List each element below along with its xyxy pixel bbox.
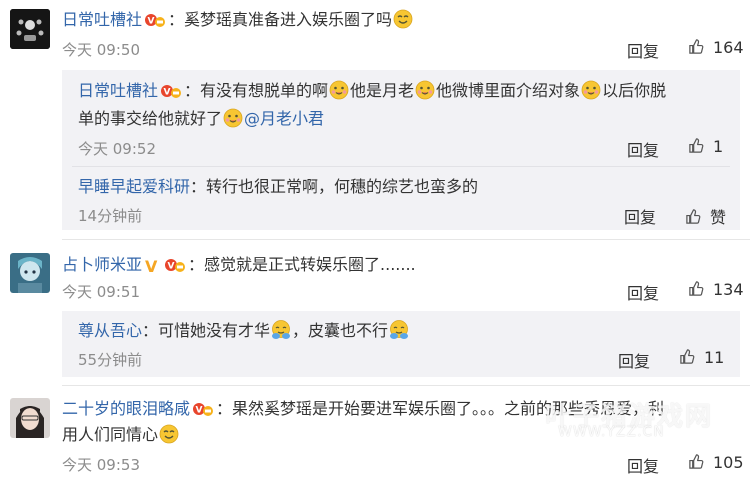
blush-emoji-icon bbox=[581, 80, 601, 100]
hug-emoji-icon bbox=[389, 320, 409, 340]
blush-emoji-icon bbox=[415, 80, 435, 100]
svg-text:V: V bbox=[145, 258, 158, 274]
username[interactable]: 尊从吾心 bbox=[78, 321, 142, 340]
reply-button[interactable]: 回复 bbox=[627, 453, 659, 477]
comment-time: 今天 09:51 bbox=[62, 283, 140, 301]
avatar-image-icon bbox=[10, 253, 50, 293]
avatar-image-icon bbox=[10, 398, 50, 438]
comment-text: ：奚梦瑶真准备进入娱乐圈了吗 bbox=[168, 10, 393, 29]
comment-time: 今天 09:50 bbox=[62, 41, 140, 59]
divider bbox=[62, 385, 750, 386]
like-count: 105 bbox=[713, 453, 744, 472]
reply-button[interactable]: 回复 bbox=[618, 348, 650, 372]
thumbs-up-icon bbox=[689, 281, 704, 296]
like-count: 134 bbox=[713, 280, 744, 299]
avatar[interactable] bbox=[10, 9, 50, 49]
avatar-image-icon bbox=[10, 9, 50, 49]
comment-text: ：转行也很正常啊，何穗的综艺也蛮多的 bbox=[190, 177, 479, 196]
comment-text: 他微博里面介绍对象 bbox=[436, 81, 581, 100]
like-button[interactable]: 164 bbox=[688, 38, 744, 57]
divider bbox=[72, 166, 730, 167]
vip-v-icon: V bbox=[145, 258, 158, 274]
grin-emoji-icon bbox=[393, 9, 413, 29]
reply-button[interactable]: 回复 bbox=[627, 38, 659, 62]
comment-time: 今天 09:52 bbox=[78, 140, 156, 158]
verified-badge-icon bbox=[161, 84, 182, 98]
thumbs-up-icon bbox=[680, 349, 695, 364]
reply-button[interactable]: 回复 bbox=[627, 137, 659, 161]
verified-badge-icon bbox=[193, 402, 214, 416]
like-button[interactable]: 105 bbox=[688, 453, 744, 472]
divider bbox=[62, 239, 750, 240]
username[interactable]: 二十岁的眼泪略咸 bbox=[62, 399, 190, 418]
mention-link[interactable]: @月老小君 bbox=[244, 109, 324, 128]
thumbs-up-icon bbox=[689, 39, 704, 54]
thumbs-up-icon bbox=[689, 454, 704, 469]
like-count: 164 bbox=[713, 38, 744, 57]
hug-emoji-icon bbox=[271, 320, 291, 340]
comment-time: 55分钟前 bbox=[78, 351, 143, 369]
comment-text: 以后你脱 bbox=[602, 81, 667, 100]
like-button[interactable]: 赞 bbox=[685, 204, 726, 228]
like-count: 1 bbox=[713, 137, 724, 156]
like-button[interactable]: 11 bbox=[679, 348, 724, 367]
thumbs-up-icon bbox=[689, 138, 704, 153]
like-button[interactable]: 1 bbox=[688, 137, 723, 156]
comment-text: ，皮囊也不行 bbox=[292, 321, 389, 340]
reply-button[interactable]: 回复 bbox=[624, 204, 656, 228]
comment-time: 今天 09:53 bbox=[62, 456, 140, 474]
watermark-url: WWW.YZZ.CN bbox=[558, 424, 665, 440]
username[interactable]: 占卜师米亚 bbox=[62, 255, 142, 274]
comment-text: 单的事交给他就好了 bbox=[78, 109, 223, 128]
avatar[interactable] bbox=[10, 253, 50, 293]
blush-emoji-icon bbox=[329, 80, 349, 100]
comment-text: ：感觉就是正式转娱乐圈了....... bbox=[188, 255, 416, 274]
verified-badge-icon bbox=[165, 258, 186, 272]
avatar[interactable] bbox=[10, 398, 50, 438]
comment-text: 他是月老 bbox=[350, 81, 415, 100]
username[interactable]: 早睡早起爱科研 bbox=[78, 177, 190, 196]
thumbs-up-icon bbox=[686, 209, 701, 224]
reply-button[interactable]: 回复 bbox=[627, 280, 659, 304]
blush-emoji-icon bbox=[223, 108, 243, 128]
username[interactable]: 日常吐槽社 bbox=[62, 10, 142, 29]
comment-text: 用人们同情心 bbox=[62, 425, 159, 444]
comment-text: ：有没有想脱单的啊 bbox=[184, 81, 329, 100]
username[interactable]: 日常吐槽社 bbox=[78, 81, 158, 100]
like-count: 赞 bbox=[710, 208, 727, 227]
like-count: 11 bbox=[704, 348, 725, 367]
like-button[interactable]: 134 bbox=[688, 280, 744, 299]
smile-emoji-icon bbox=[159, 424, 179, 444]
comment-text: ：可惜她没有才华 bbox=[142, 321, 271, 340]
comment-time: 14分钟前 bbox=[78, 207, 143, 225]
verified-badge-icon bbox=[145, 13, 166, 27]
